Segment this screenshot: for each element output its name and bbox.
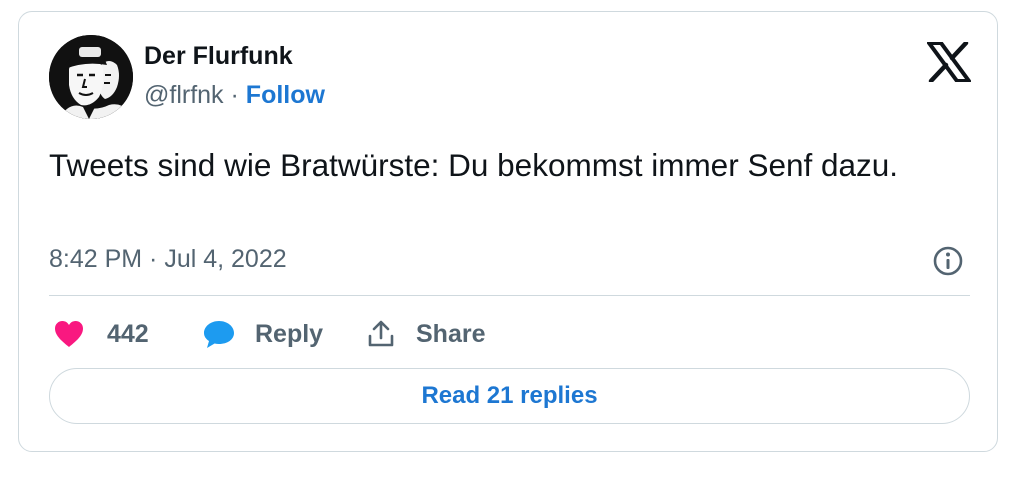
share-icon bbox=[368, 320, 394, 347]
separator-dot: · bbox=[230, 81, 239, 109]
likes-count: 442 bbox=[107, 319, 149, 348]
tweet-timestamp[interactable]: 8:42 PM · Jul 4, 2022 bbox=[49, 245, 287, 274]
avatar[interactable] bbox=[49, 35, 133, 119]
reply-label: Reply bbox=[255, 319, 324, 348]
follow-button[interactable]: Follow bbox=[246, 81, 325, 109]
avatar-image bbox=[49, 35, 133, 119]
author-name[interactable]: Der Flurfunk bbox=[144, 42, 293, 71]
info-icon[interactable] bbox=[932, 245, 964, 277]
heart-icon bbox=[55, 321, 83, 347]
author-meta: @flrfnk · Follow bbox=[144, 81, 325, 110]
tweet-card: Der Flurfunk @flrfnk · Follow Tweets sin… bbox=[18, 11, 998, 452]
divider bbox=[49, 295, 970, 296]
x-logo-icon[interactable] bbox=[927, 40, 971, 84]
share-button[interactable]: Share bbox=[366, 316, 485, 352]
like-button[interactable]: 442 bbox=[53, 316, 149, 352]
reply-bubble-icon bbox=[204, 321, 234, 348]
read-replies-button[interactable]: Read 21 replies bbox=[49, 368, 970, 424]
read-replies-label: Read 21 replies bbox=[421, 382, 598, 409]
tweet-text: Tweets sind wie Bratwürste: Du bekommst … bbox=[49, 147, 899, 183]
author-handle[interactable]: @flrfnk bbox=[144, 81, 224, 109]
share-label: Share bbox=[416, 319, 486, 348]
reply-button[interactable]: Reply bbox=[202, 316, 323, 352]
